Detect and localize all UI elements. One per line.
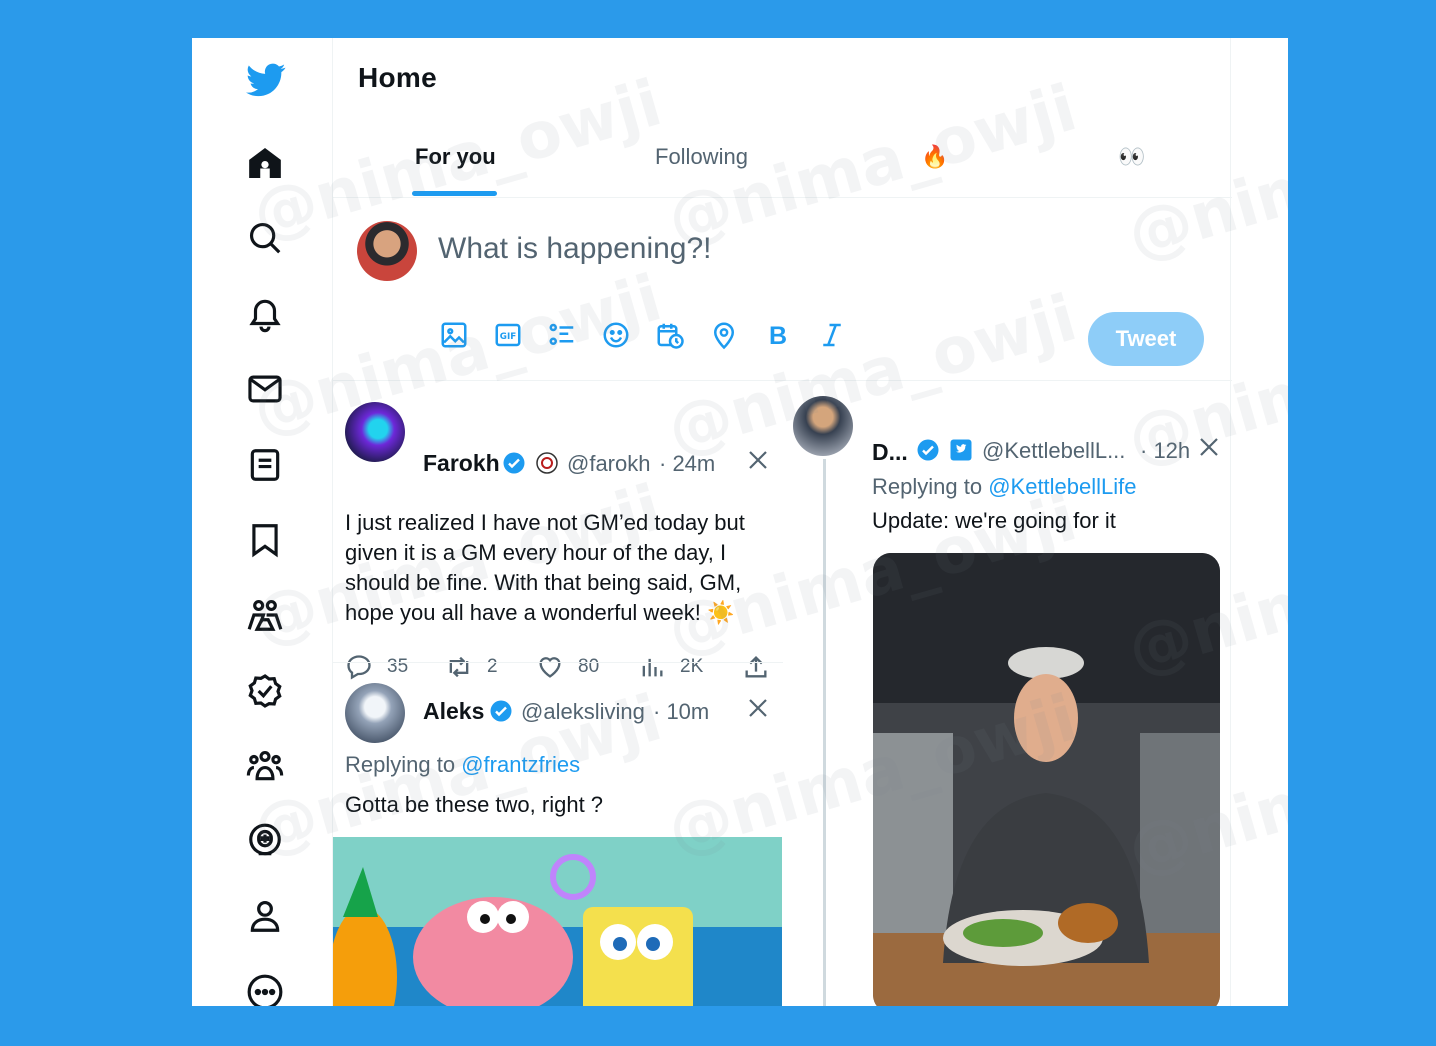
author-handle[interactable]: @farokh [567, 451, 650, 477]
tweet-text: Update: we're going for it [872, 508, 1116, 533]
composer-input[interactable]: What is happening?! [438, 232, 712, 266]
tweet-composer: What is happening?! GIF B Tweet [333, 198, 1232, 381]
poll-icon[interactable] [547, 320, 577, 350]
communities-icon[interactable] [246, 596, 284, 634]
tweet-time[interactable]: · 24m [659, 451, 715, 477]
author-name[interactable]: Aleks [423, 698, 484, 725]
replying-to: Replying to @frantzfries [345, 752, 580, 778]
replying-to: Replying to @KettlebellLife [872, 474, 1137, 500]
tweet-card[interactable]: D... @KettlebellL... · 12h Replying to @… [783, 382, 1232, 1006]
close-icon[interactable] [746, 696, 770, 720]
location-icon[interactable] [709, 320, 739, 350]
author-handle[interactable]: @aleksliving [521, 699, 645, 725]
replying-to-link[interactable]: @KettlebellLife [988, 474, 1136, 499]
twitter-logo-icon[interactable] [244, 60, 288, 100]
tab-label: For you [415, 144, 496, 169]
page-title: Home [358, 62, 437, 93]
image-icon[interactable] [439, 320, 469, 350]
tweet-text: I just realized I have not GM’ed today b… [345, 510, 745, 625]
avatar[interactable] [345, 402, 405, 462]
tab-following[interactable]: Following [655, 136, 748, 198]
tab-label: Following [655, 144, 748, 169]
explore-icon[interactable] [246, 219, 284, 257]
tweet-time[interactable]: · 10m [653, 699, 709, 725]
bold-icon[interactable]: B [763, 320, 793, 350]
tweet-button[interactable]: Tweet [1088, 312, 1204, 366]
italic-icon[interactable] [817, 320, 847, 350]
svg-text:B: B [769, 322, 787, 350]
avatar[interactable] [345, 683, 405, 743]
verified-badge-icon [503, 452, 525, 474]
timeline-tabs: For you Following 🔥 👀 [333, 136, 1232, 198]
spaces-icon[interactable] [246, 822, 284, 860]
replying-label: Replying to [345, 752, 456, 777]
tweet-text: Gotta be these two, right ? [345, 792, 604, 817]
svg-text:GIF: GIF [500, 332, 516, 342]
lists-icon[interactable] [246, 446, 284, 484]
bookmarks-icon[interactable] [246, 521, 284, 559]
sidebar [192, 38, 332, 1006]
tweet-card[interactable]: Farokh @farokh · 24m I just realized I h… [333, 382, 783, 707]
replying-label: Replying to [872, 474, 983, 499]
home-icon[interactable] [246, 144, 284, 182]
main-column: Home For you Following 🔥 👀 What is happe… [332, 38, 1232, 1006]
tweet-time[interactable]: · 12h [1140, 438, 1190, 464]
messages-icon[interactable] [246, 370, 284, 408]
tab-eyes[interactable]: 👀 [1118, 136, 1145, 198]
profile-icon[interactable] [246, 897, 284, 935]
close-icon[interactable] [1197, 435, 1221, 459]
people-icon[interactable] [246, 747, 284, 785]
more-icon[interactable] [246, 973, 284, 1006]
active-tab-indicator [412, 191, 497, 196]
affiliation-badge-icon [950, 439, 972, 461]
schedule-icon[interactable] [655, 320, 685, 350]
app-frame: Home For you Following 🔥 👀 What is happe… [192, 38, 1288, 1006]
avatar[interactable] [357, 221, 417, 281]
tweet-media-image[interactable] [333, 837, 782, 1006]
verified-badge-icon [917, 439, 939, 461]
verified-icon[interactable] [246, 672, 284, 710]
tweet-card[interactable]: Aleks @aleksliving · 10m Replying to @fr… [333, 663, 783, 1006]
author-name[interactable]: D... [872, 439, 908, 466]
tweet-media-image[interactable] [873, 553, 1220, 1006]
gif-icon[interactable]: GIF [493, 320, 523, 350]
tab-label: 🔥 [921, 144, 949, 169]
tab-label: 👀 [1118, 144, 1146, 169]
close-icon[interactable] [746, 448, 770, 472]
tab-fire[interactable]: 🔥 [921, 136, 948, 198]
author-handle[interactable]: @KettlebellL... [982, 438, 1125, 464]
affiliation-badge-icon [536, 452, 558, 474]
notifications-icon[interactable] [246, 295, 284, 333]
verified-badge-icon [490, 700, 512, 722]
author-name[interactable]: Farokh [423, 450, 500, 477]
replying-to-link[interactable]: @frantzfries [461, 752, 580, 777]
tab-for-you[interactable]: For you [412, 136, 497, 198]
avatar[interactable] [793, 396, 853, 456]
emoji-icon[interactable] [601, 320, 631, 350]
